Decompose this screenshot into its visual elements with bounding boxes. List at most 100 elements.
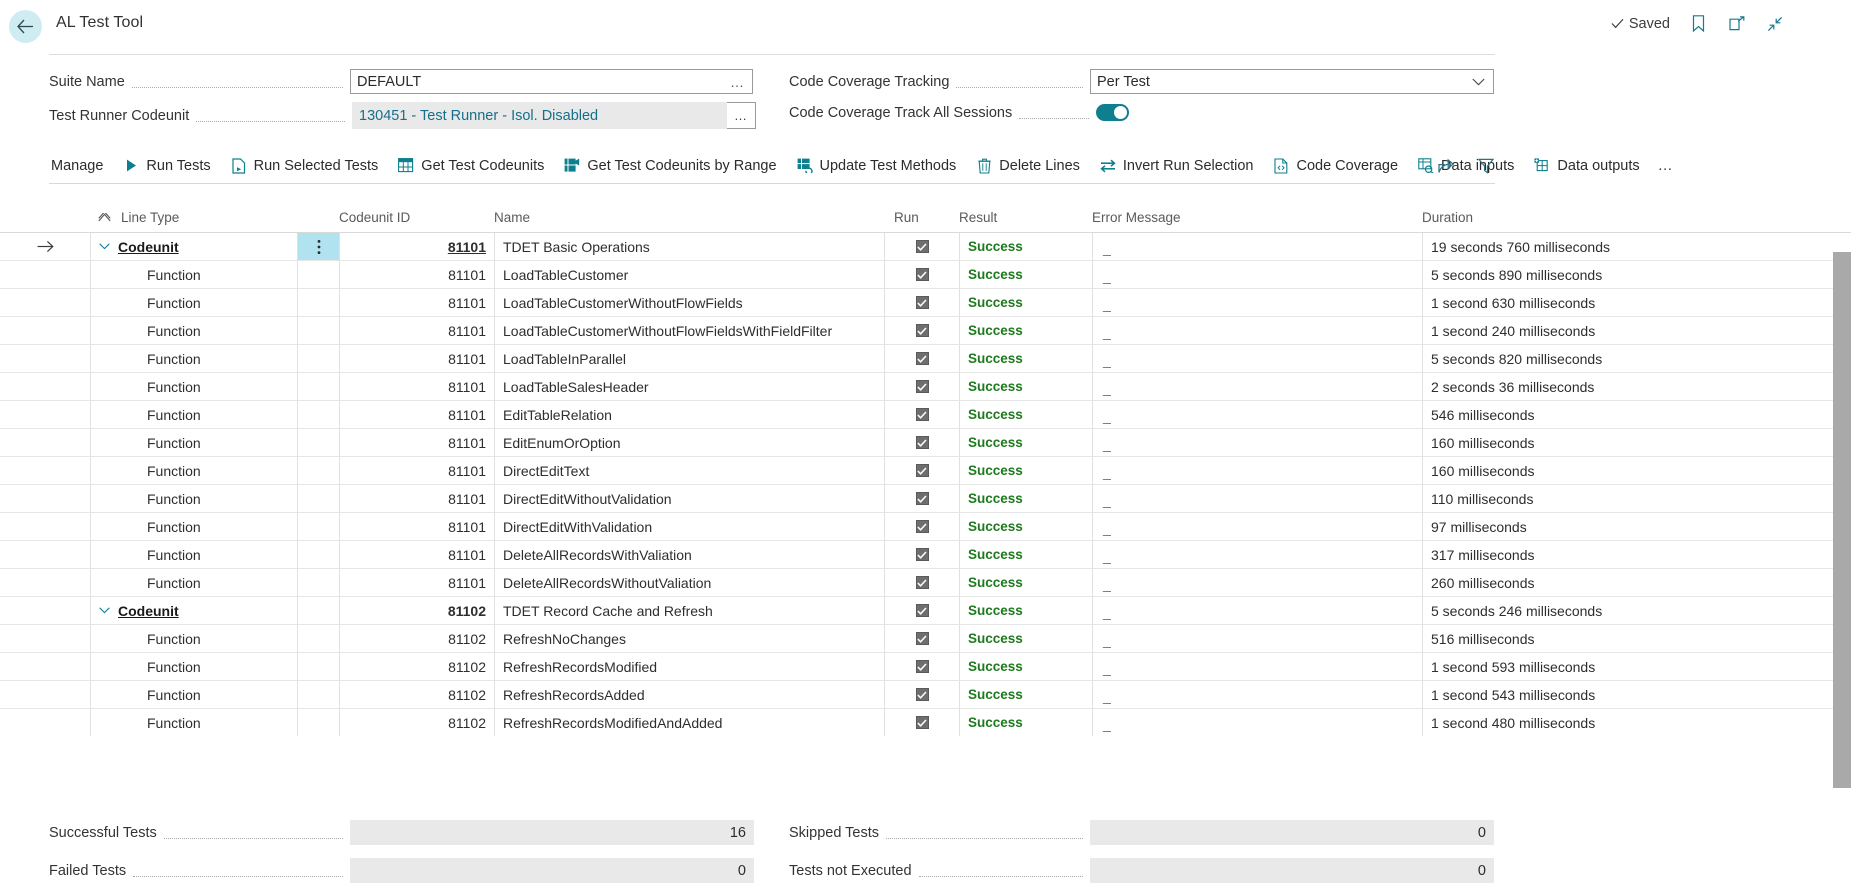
cell-error-message[interactable]: _ — [1092, 345, 1422, 372]
cell-error-message[interactable]: _ — [1092, 485, 1422, 512]
cell-name[interactable]: DirectEditText — [494, 457, 884, 484]
table-row[interactable]: Function 81101 EditTableRelation Success _ 54… — [0, 400, 1851, 428]
cell-run-checkbox[interactable] — [884, 709, 959, 736]
table-row[interactable]: Function 81102 RefreshRecordsModifiedAndAd… — [0, 708, 1851, 736]
ribbon-item-update-test-methods[interactable]: Update Test Methods — [787, 148, 967, 183]
cell-line-type[interactable]: Function — [90, 653, 297, 680]
ribbon-item-run-selected-tests[interactable]: Run Selected Tests — [221, 148, 389, 183]
cell-codeunit-id[interactable]: 81102 — [339, 681, 494, 708]
cell-error-message[interactable]: _ — [1092, 289, 1422, 316]
ribbon-item-invert-run-selection[interactable]: Invert Run Selection — [1090, 148, 1264, 183]
ribbon-item-delete-lines[interactable]: Delete Lines — [966, 148, 1090, 183]
cell-result[interactable]: Success — [959, 401, 1092, 428]
cell-line-type[interactable]: Codeunit — [90, 597, 297, 624]
cell-result[interactable]: Success — [959, 345, 1092, 372]
cell-result[interactable]: Success — [959, 653, 1092, 680]
cell-error-message[interactable]: _ — [1092, 513, 1422, 540]
table-row[interactable]: Function 81101 LoadTableInParallel Success _… — [0, 344, 1851, 372]
cell-duration[interactable]: 516 milliseconds — [1422, 625, 1822, 652]
cell-result[interactable]: Success — [959, 625, 1092, 652]
cell-run-checkbox[interactable] — [884, 401, 959, 428]
code-coverage-tracking-select[interactable]: Per Test — [1090, 69, 1494, 94]
cell-duration[interactable]: 546 milliseconds — [1422, 401, 1822, 428]
cell-error-message[interactable]: _ — [1092, 569, 1422, 596]
cell-line-type[interactable]: Function — [90, 541, 297, 568]
cell-error-message[interactable]: _ — [1092, 681, 1422, 708]
cell-run-checkbox[interactable] — [884, 289, 959, 316]
ribbon-item-get-test-codeunits[interactable]: Get Test Codeunits — [388, 148, 554, 183]
cell-duration[interactable]: 19 seconds 760 milliseconds — [1422, 233, 1822, 260]
table-row[interactable]: Function 81101 DeleteAllRecordsWithoutVali… — [0, 568, 1851, 596]
cell-run-checkbox[interactable] — [884, 261, 959, 288]
ribbon-more-button[interactable]: … — [1650, 157, 1683, 174]
share-button[interactable] — [1437, 156, 1456, 175]
cell-run-checkbox[interactable] — [884, 681, 959, 708]
cell-result[interactable]: Success — [959, 681, 1092, 708]
cell-codeunit-id[interactable]: 81102 — [339, 625, 494, 652]
cell-result[interactable]: Success — [959, 513, 1092, 540]
back-button[interactable] — [9, 10, 42, 43]
grid-header-run[interactable]: Run — [884, 210, 959, 232]
cell-line-type[interactable]: Function — [90, 289, 297, 316]
grid-vertical-scrollbar[interactable] — [1833, 252, 1851, 788]
ribbon-item-manage[interactable]: Manage — [49, 148, 113, 183]
grid-header-error-message[interactable]: Error Message — [1092, 210, 1422, 232]
cell-line-type[interactable]: Function — [90, 401, 297, 428]
cell-result[interactable]: Success — [959, 261, 1092, 288]
cell-run-checkbox[interactable] — [884, 485, 959, 512]
cell-result[interactable]: Success — [959, 569, 1092, 596]
grid-header-codeunit-id[interactable]: Codeunit ID — [339, 210, 494, 232]
cell-name[interactable]: DeleteAllRecordsWithValiation — [494, 541, 884, 568]
cell-codeunit-id[interactable]: 81101 — [339, 541, 494, 568]
successful-tests-value[interactable]: 16 — [350, 820, 754, 845]
cell-line-type[interactable]: Function — [90, 429, 297, 456]
cell-error-message[interactable]: _ — [1092, 653, 1422, 680]
cell-error-message[interactable]: _ — [1092, 429, 1422, 456]
cell-line-type[interactable]: Function — [90, 485, 297, 512]
cell-codeunit-id[interactable]: 81101 — [339, 345, 494, 372]
cell-line-type[interactable]: Codeunit — [90, 233, 297, 260]
cell-error-message[interactable]: _ — [1092, 401, 1422, 428]
chevron-down-icon[interactable] — [99, 243, 110, 250]
cell-name[interactable]: LoadTableCustomerWithoutFlowFieldsWithFi… — [494, 317, 884, 344]
cell-duration[interactable]: 260 milliseconds — [1422, 569, 1822, 596]
test-runner-codeunit-assist-button[interactable]: … — [726, 102, 756, 129]
cell-line-type[interactable]: Function — [90, 681, 297, 708]
cell-name[interactable]: EditTableRelation — [494, 401, 884, 428]
cell-duration[interactable]: 160 milliseconds — [1422, 457, 1822, 484]
cell-duration[interactable]: 5 seconds 820 milliseconds — [1422, 345, 1822, 372]
skipped-tests-value[interactable]: 0 — [1090, 820, 1494, 845]
cell-name[interactable]: TDET Record Cache and Refresh — [494, 597, 884, 624]
table-row[interactable]: Codeunit 81102 TDET Record Cache and Refre… — [0, 596, 1851, 624]
table-row[interactable]: Function 81101 LoadTableCustomer Success _ 5 … — [0, 260, 1851, 288]
cell-codeunit-id[interactable]: 81102 — [339, 709, 494, 736]
cell-result[interactable]: Success — [959, 597, 1092, 624]
table-row[interactable]: Function 81101 DeleteAllRecordsWithValiati… — [0, 540, 1851, 568]
cell-run-checkbox[interactable] — [884, 317, 959, 344]
cell-duration[interactable]: 1 second 240 milliseconds — [1422, 317, 1822, 344]
cell-codeunit-id[interactable]: 81101 — [339, 429, 494, 456]
grid-header-line-type[interactable]: Line Type — [90, 210, 297, 232]
table-row[interactable]: Function 81101 DirectEditText Success _ 160 m… — [0, 456, 1851, 484]
cell-duration[interactable]: 97 milliseconds — [1422, 513, 1822, 540]
table-row[interactable]: Function 81101 LoadTableCustomerWithoutFlo… — [0, 316, 1851, 344]
suite-name-input[interactable]: DEFAULT … — [350, 69, 753, 94]
table-row[interactable]: Function 81102 RefreshRecordsModified Succe… — [0, 652, 1851, 680]
cell-name[interactable]: LoadTableCustomerWithoutFlowFields — [494, 289, 884, 316]
cell-result[interactable]: Success — [959, 457, 1092, 484]
cell-codeunit-id[interactable]: 81101 — [339, 485, 494, 512]
cell-run-checkbox[interactable] — [884, 513, 959, 540]
cell-duration[interactable]: 160 milliseconds — [1422, 429, 1822, 456]
cell-run-checkbox[interactable] — [884, 429, 959, 456]
cell-name[interactable]: RefreshRecordsModified — [494, 653, 884, 680]
cell-duration[interactable]: 1 second 630 milliseconds — [1422, 289, 1822, 316]
cell-error-message[interactable]: _ — [1092, 541, 1422, 568]
cell-run-checkbox[interactable] — [884, 597, 959, 624]
cell-run-checkbox[interactable] — [884, 541, 959, 568]
cell-run-checkbox[interactable] — [884, 345, 959, 372]
cell-codeunit-id[interactable]: 81101 — [339, 261, 494, 288]
cell-duration[interactable]: 317 milliseconds — [1422, 541, 1822, 568]
cell-error-message[interactable]: _ — [1092, 233, 1422, 260]
cell-name[interactable]: DeleteAllRecordsWithoutValiation — [494, 569, 884, 596]
cell-name[interactable]: RefreshNoChanges — [494, 625, 884, 652]
